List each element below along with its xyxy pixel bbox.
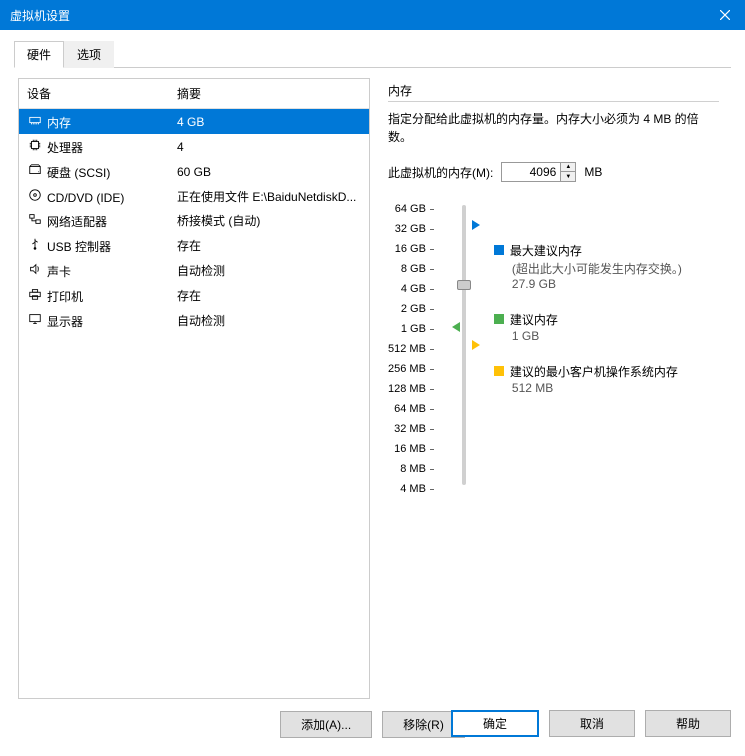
cpu-icon	[27, 137, 43, 153]
device-table-header: 设备 摘要	[19, 79, 369, 109]
device-row[interactable]: 打印机 存在	[19, 283, 369, 308]
memory-section-title: 内存	[388, 82, 719, 102]
slider-thumb[interactable]	[457, 280, 471, 290]
memory-slider[interactable]	[454, 202, 474, 496]
device-summary: 存在	[169, 236, 369, 255]
ok-button[interactable]: 确定	[451, 710, 539, 737]
help-button[interactable]: 帮助	[645, 710, 731, 737]
legend-rec-title: 建议内存	[510, 313, 558, 327]
slider-tick-label: 64 GB	[395, 202, 434, 216]
device-summary: 60 GB	[169, 164, 369, 180]
device-list-panel: 设备 摘要 内存 4 GB 处理器 4 硬盘 (SCSI) 60 GB CD/DVD (ID…	[18, 78, 370, 699]
device-name: 内存	[47, 116, 71, 130]
device-summary: 4	[169, 139, 369, 155]
slider-tick-label: 4 GB	[401, 282, 434, 296]
slider-tick-label: 32 MB	[394, 422, 434, 436]
device-row[interactable]: 网络适配器 桥接模式 (自动)	[19, 208, 369, 233]
slider-tick-label: 8 MB	[400, 462, 434, 476]
legend-max-value: 27.9 GB	[512, 277, 719, 291]
slider-tick-label: 32 GB	[395, 222, 434, 236]
slider-tick-label: 16 GB	[395, 242, 434, 256]
legend-swatch-blue	[494, 245, 504, 255]
sound-icon	[27, 261, 43, 277]
device-name: USB 控制器	[47, 240, 111, 254]
tab-strip: 硬件 选项	[14, 40, 731, 68]
add-button[interactable]: 添加(A)...	[280, 711, 372, 738]
device-summary: 4 GB	[169, 114, 369, 130]
device-row[interactable]: 显示器 自动检测	[19, 308, 369, 333]
col-header-summary[interactable]: 摘要	[169, 83, 369, 104]
cancel-button[interactable]: 取消	[549, 710, 635, 737]
spinner-down[interactable]: ▼	[561, 172, 575, 181]
min-memory-marker	[472, 340, 480, 350]
device-name: 硬盘 (SCSI)	[47, 166, 110, 180]
printer-icon	[27, 286, 43, 302]
titlebar: 虚拟机设置	[0, 0, 745, 30]
slider-tick-label: 64 MB	[394, 402, 434, 416]
slider-tick-label: 256 MB	[388, 362, 434, 376]
legend-swatch-yellow	[494, 366, 504, 376]
device-summary: 桥接模式 (自动)	[169, 211, 369, 230]
col-header-device[interactable]: 设备	[19, 83, 169, 104]
cd-icon	[27, 187, 43, 203]
legend-max-title: 最大建议内存	[510, 244, 582, 258]
device-name: 显示器	[47, 315, 83, 329]
memory-description: 指定分配给此虚拟机的内存量。内存大小必须为 4 MB 的倍数。	[388, 110, 719, 146]
slider-tick-label: 1 GB	[401, 322, 434, 336]
display-icon	[27, 311, 43, 327]
slider-tick-label: 4 MB	[400, 482, 434, 496]
device-name: 声卡	[47, 265, 71, 279]
recommended-memory-marker	[452, 322, 460, 332]
device-row[interactable]: USB 控制器 存在	[19, 233, 369, 258]
window-title: 虚拟机设置	[10, 7, 70, 24]
device-summary: 存在	[169, 286, 369, 305]
legend-min-value: 512 MB	[512, 381, 719, 395]
device-name: 网络适配器	[47, 215, 107, 229]
device-name: 打印机	[47, 290, 83, 304]
max-memory-marker	[472, 220, 480, 230]
device-row[interactable]: 硬盘 (SCSI) 60 GB	[19, 159, 369, 184]
device-summary: 自动检测	[169, 261, 369, 280]
slider-tick-label: 16 MB	[394, 442, 434, 456]
slider-tick-label: 2 GB	[401, 302, 434, 316]
slider-tick-labels: 64 GB 32 GB 16 GB 8 GB 4 GB 2 GB 1 GB 512 MB 256…	[388, 202, 434, 496]
memory-input[interactable]	[501, 162, 561, 182]
slider-tick-label: 128 MB	[388, 382, 434, 396]
legend-max-sub: (超出此大小可能发生内存交换。)	[512, 260, 719, 277]
slider-tick-label: 512 MB	[388, 342, 434, 356]
device-summary: 正在使用文件 E:\BaiduNetdiskD...	[169, 187, 369, 206]
usb-icon	[27, 236, 43, 252]
slider-tick-label: 8 GB	[401, 262, 434, 276]
legend-min-title: 建议的最小客户机操作系统内存	[510, 365, 678, 379]
close-button[interactable]	[705, 0, 745, 30]
memory-icon	[27, 112, 43, 128]
memory-spinner: ▲ ▼	[561, 162, 576, 182]
memory-settings-panel: 内存 指定分配给此虚拟机的内存量。内存大小必须为 4 MB 的倍数。 此虚拟机的…	[380, 78, 727, 699]
device-summary: 自动检测	[169, 311, 369, 330]
legend-rec-value: 1 GB	[512, 329, 719, 343]
device-name: CD/DVD (IDE)	[47, 191, 124, 205]
disk-icon	[27, 162, 43, 178]
device-row[interactable]: 内存 4 GB	[19, 109, 369, 134]
spinner-up[interactable]: ▲	[561, 163, 575, 172]
tab-hardware[interactable]: 硬件	[14, 41, 64, 68]
memory-legend: 最大建议内存 (超出此大小可能发生内存交换。) 27.9 GB 建议内存 1 G…	[494, 202, 719, 496]
memory-unit: MB	[584, 165, 602, 179]
device-row[interactable]: CD/DVD (IDE) 正在使用文件 E:\BaiduNetdiskD...	[19, 184, 369, 208]
network-icon	[27, 211, 43, 227]
legend-swatch-green	[494, 314, 504, 324]
close-icon	[720, 10, 730, 20]
device-row[interactable]: 处理器 4	[19, 134, 369, 159]
device-name: 处理器	[47, 141, 83, 155]
memory-input-label: 此虚拟机的内存(M):	[388, 164, 493, 181]
device-row[interactable]: 声卡 自动检测	[19, 258, 369, 283]
tab-options[interactable]: 选项	[64, 41, 114, 68]
